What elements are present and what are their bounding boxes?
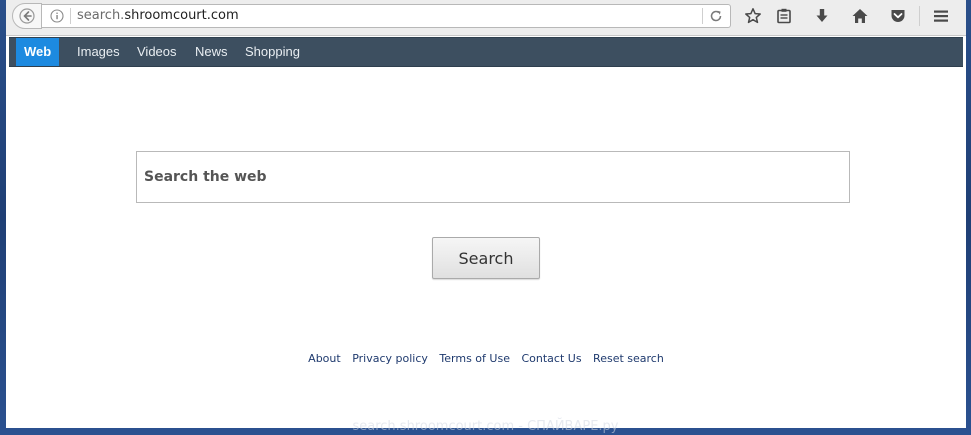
menu-divider xyxy=(919,6,920,26)
downloads-button[interactable] xyxy=(812,6,832,26)
menu-button[interactable] xyxy=(931,6,951,26)
reload-icon[interactable] xyxy=(709,9,723,23)
url-text[interactable]: search.shroomcourt.com xyxy=(77,8,239,24)
star-icon xyxy=(745,8,761,24)
url-host: shroomcourt.com xyxy=(124,8,239,23)
browser-window: search.shroomcourt.com Web Images Videos… xyxy=(6,0,966,428)
search-input[interactable] xyxy=(136,151,850,203)
reading-list-button[interactable] xyxy=(774,6,794,26)
pocket-icon xyxy=(891,10,905,23)
watermark-text: search.shroomcourt.com - СПАЙВАРЕ.ру xyxy=(352,419,619,434)
home-button[interactable] xyxy=(850,6,870,26)
clipboard-icon xyxy=(777,8,791,24)
nav-tab-news[interactable]: News xyxy=(195,38,228,66)
footer-links: About Privacy policy Terms of Use Contac… xyxy=(6,352,966,368)
back-arrow-icon xyxy=(19,8,35,24)
footer-link-contact[interactable]: Contact Us xyxy=(521,352,581,365)
home-icon xyxy=(852,9,868,23)
nav-tab-shopping[interactable]: Shopping xyxy=(245,38,300,66)
reload-divider xyxy=(702,8,703,24)
footer-link-about[interactable]: About xyxy=(308,352,341,365)
search-button[interactable]: Search xyxy=(432,237,540,279)
hamburger-menu-icon xyxy=(934,10,948,22)
back-button[interactable] xyxy=(12,3,42,29)
footer-link-terms[interactable]: Terms of Use xyxy=(439,352,510,365)
bookmark-button[interactable] xyxy=(743,6,763,26)
site-nav-bar: Web Images Videos News Shopping xyxy=(9,37,963,67)
pocket-button[interactable] xyxy=(888,6,908,26)
footer-link-reset[interactable]: Reset search xyxy=(593,352,664,365)
info-icon[interactable] xyxy=(50,9,64,23)
nav-tab-web[interactable]: Web xyxy=(16,38,60,66)
url-divider xyxy=(70,8,71,24)
nav-tab-images[interactable]: Images xyxy=(77,38,120,66)
url-prefix: search. xyxy=(77,8,125,23)
browser-toolbar: search.shroomcourt.com xyxy=(6,0,966,36)
download-arrow-icon xyxy=(816,9,828,22)
nav-tab-videos[interactable]: Videos xyxy=(137,38,177,66)
address-bar[interactable]: search.shroomcourt.com xyxy=(42,4,731,28)
footer-link-privacy[interactable]: Privacy policy xyxy=(352,352,428,365)
